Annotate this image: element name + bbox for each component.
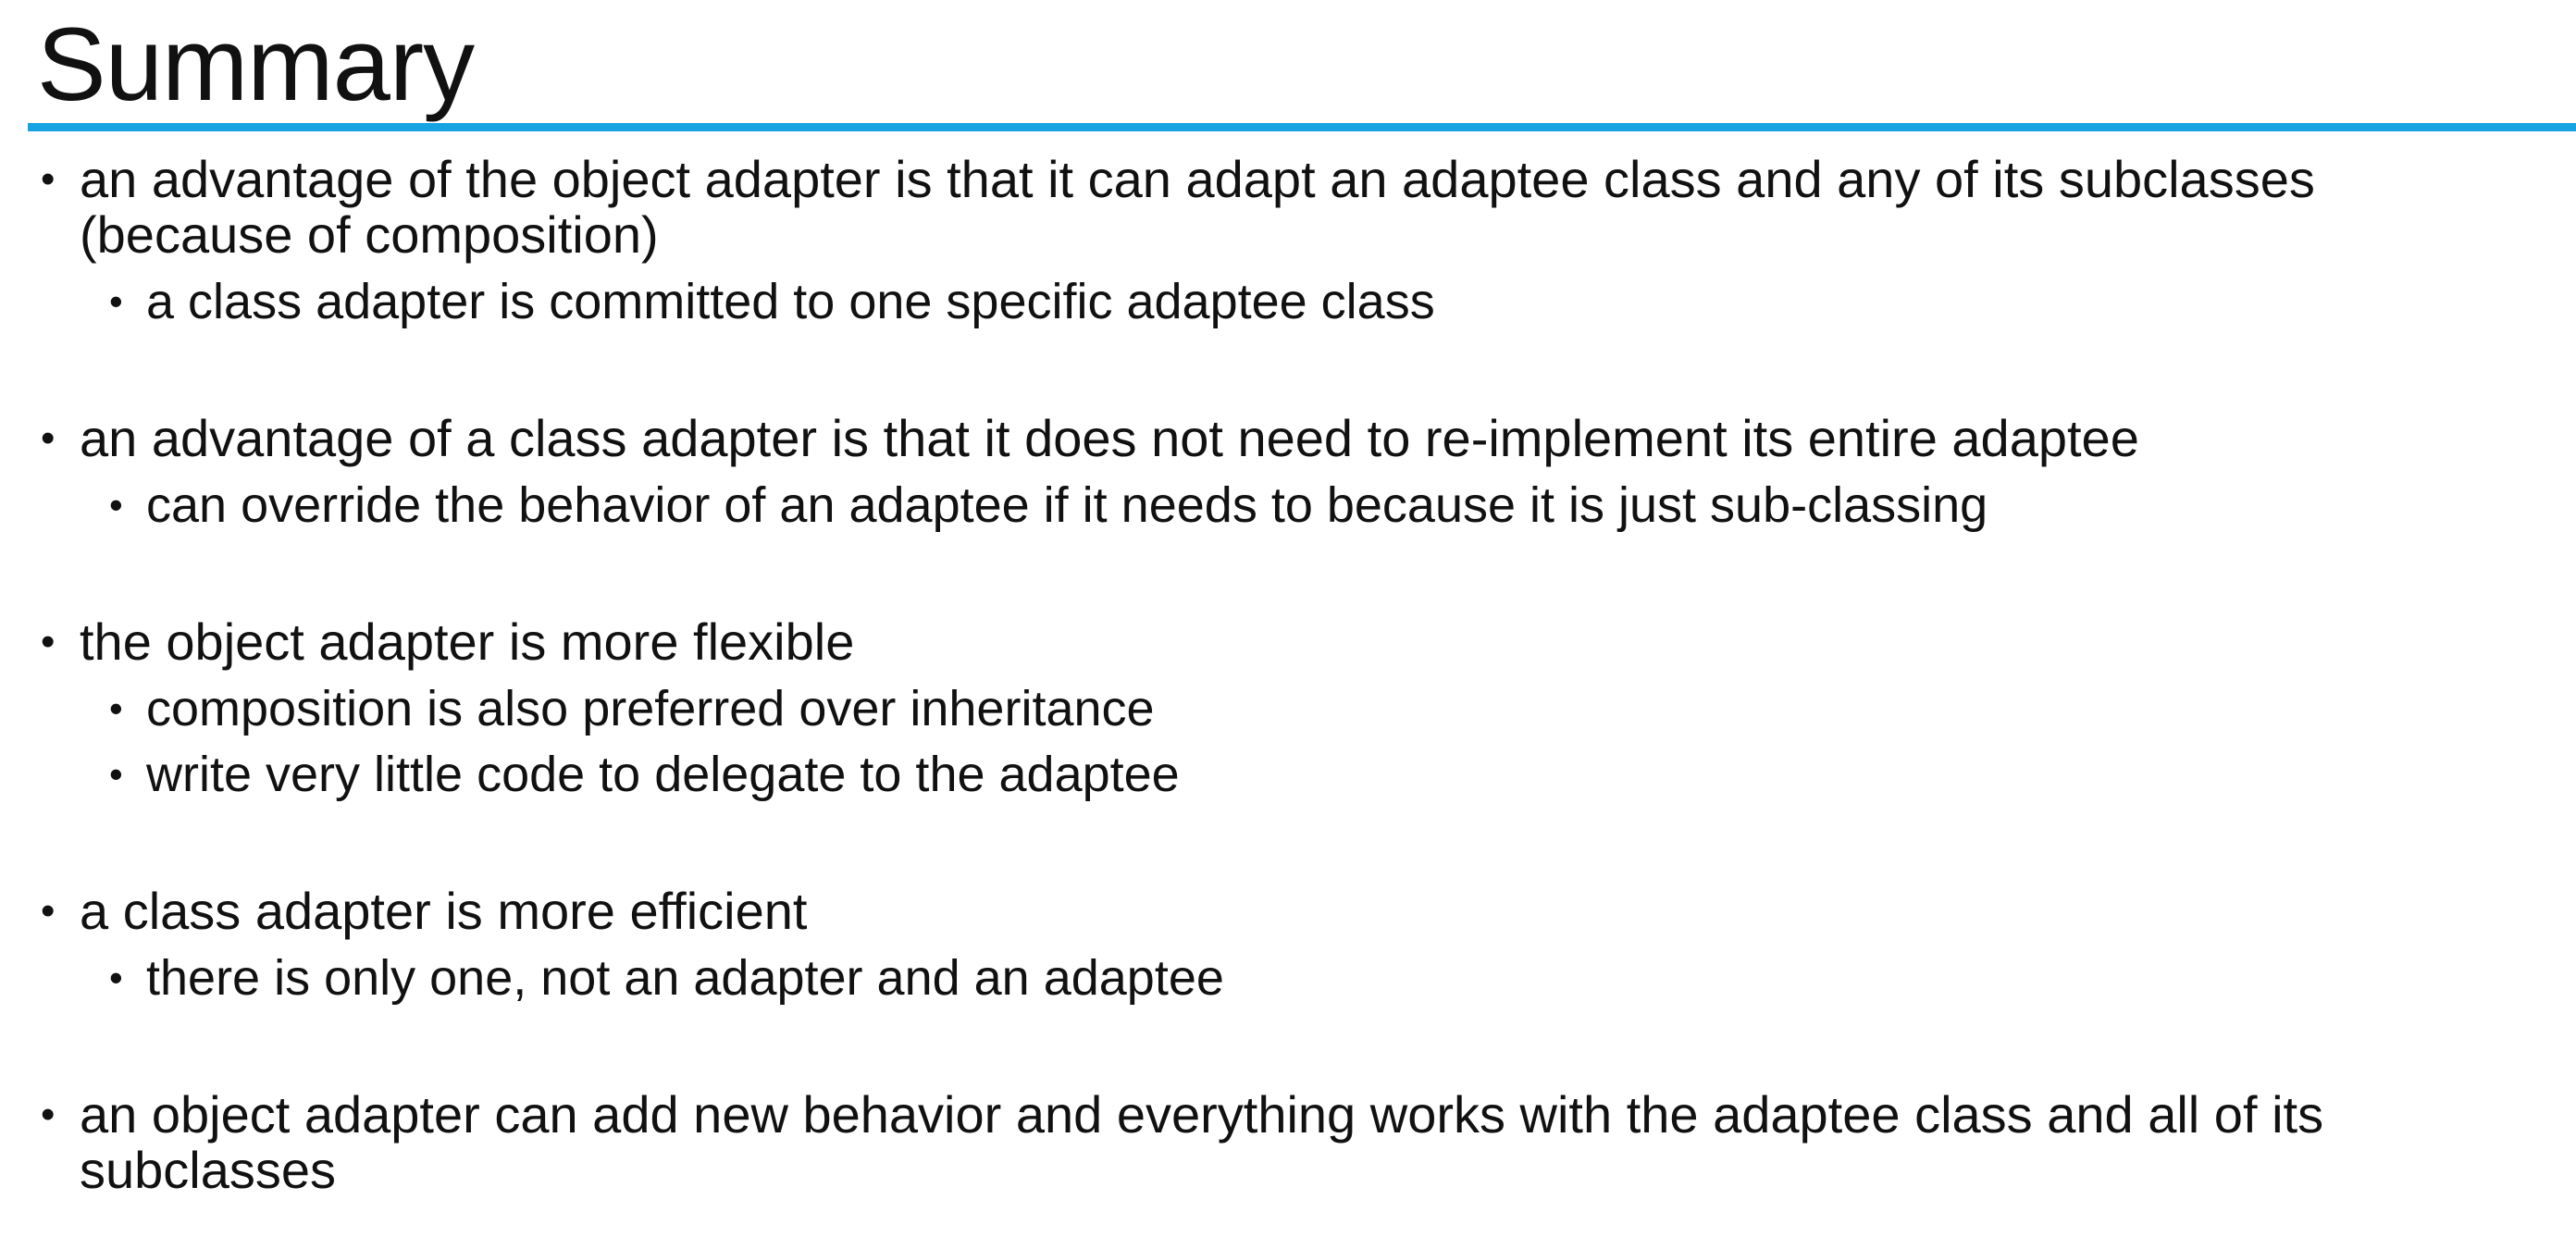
bullet-text: an advantage of a class adapter is that … bbox=[80, 409, 2139, 467]
bullet-item: an advantage of a class adapter is that … bbox=[41, 409, 2539, 534]
bullet-text: an advantage of the object adapter is th… bbox=[80, 150, 2315, 264]
bullet-list: an advantage of the object adapter is th… bbox=[41, 152, 2539, 1198]
bullet-item: a class adapter is more efficient there … bbox=[41, 882, 2539, 1007]
sub-bullet-list: there is only one, not an adapter and an… bbox=[80, 950, 2539, 1006]
bullet-item: an advantage of the object adapter is th… bbox=[41, 150, 2539, 330]
bullet-item: an object adapter can add new behavior a… bbox=[41, 1087, 2539, 1198]
sub-bullet-item: can override the behavior of an adaptee … bbox=[109, 477, 2539, 533]
slide-title: Summary bbox=[37, 6, 475, 122]
bullet-text: an object adapter can add new behavior a… bbox=[80, 1085, 2324, 1199]
sub-bullet-item: composition is also preferred over inher… bbox=[109, 681, 2539, 736]
bullet-item: the object adapter is more flexible comp… bbox=[41, 612, 2539, 803]
title-underline bbox=[28, 123, 2576, 131]
sub-bullet-item: a class adapter is committed to one spec… bbox=[109, 274, 2539, 329]
sub-bullet-list: a class adapter is committed to one spec… bbox=[80, 274, 2539, 329]
bullet-text: the object adapter is more flexible bbox=[80, 612, 855, 671]
sub-bullet-list: can override the behavior of an adaptee … bbox=[80, 477, 2539, 533]
sub-bullet-list: composition is also preferred over inher… bbox=[80, 681, 2539, 802]
sub-bullet-item: there is only one, not an adapter and an… bbox=[109, 950, 2539, 1006]
bullet-text: a class adapter is more efficient bbox=[80, 882, 808, 940]
sub-bullet-item: write very little code to delegate to th… bbox=[109, 747, 2539, 802]
